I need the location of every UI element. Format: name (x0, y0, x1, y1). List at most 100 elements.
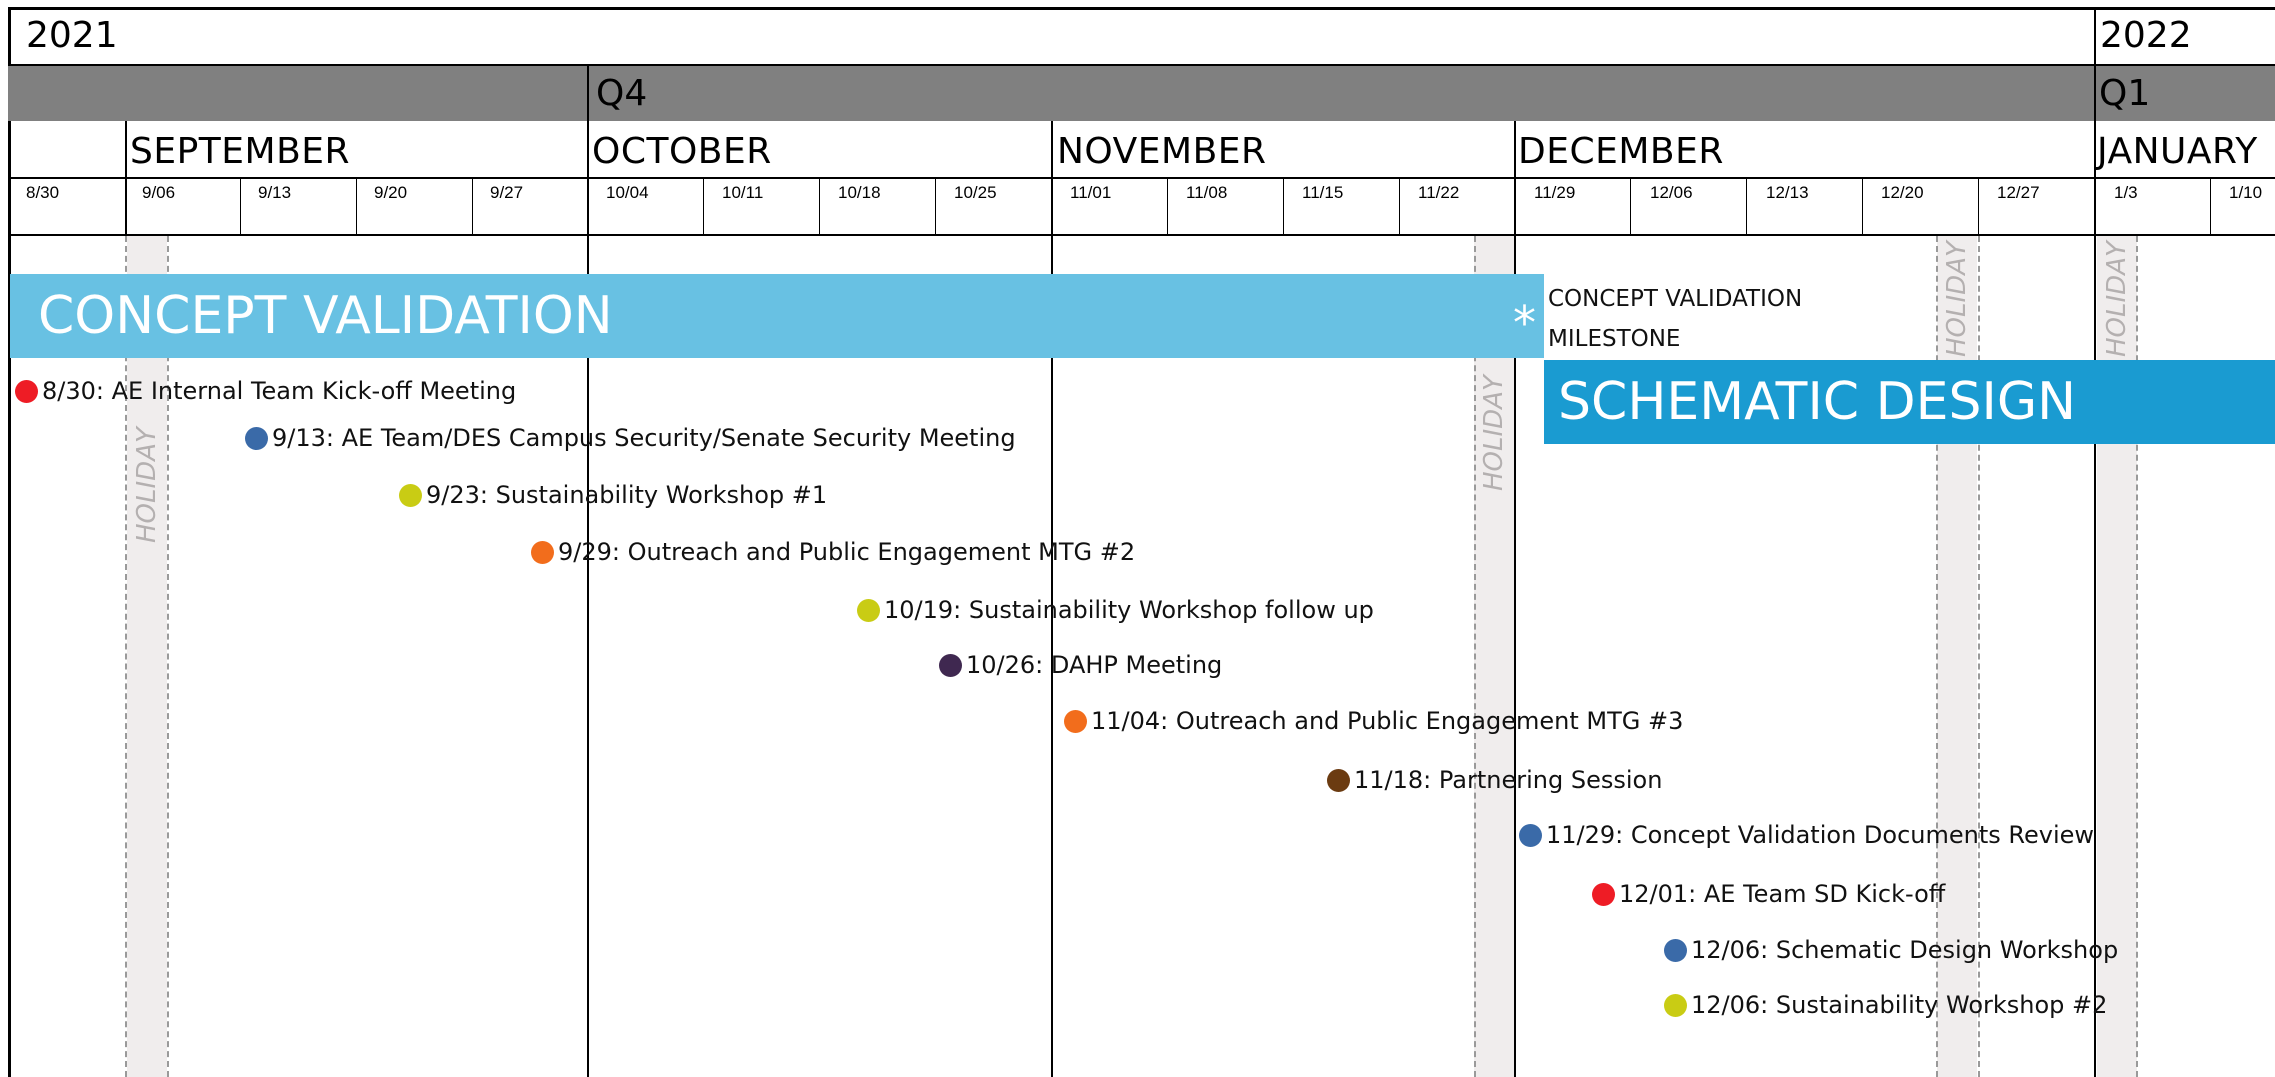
week-label: 11/08 (1186, 183, 1228, 202)
week-label: 10/18 (838, 183, 881, 202)
quarter-divider (2094, 66, 2096, 121)
frame-left-border (8, 7, 11, 1077)
year-label-2022: 2022 (2100, 15, 2192, 56)
event-dot (1664, 938, 1687, 962)
week-label: 12/13 (1766, 183, 1809, 202)
week-gridline (1474, 236, 1476, 1077)
event-label: 11/04: Outreach and Public Engagement MT… (1091, 707, 1684, 735)
week-divider (1978, 179, 1979, 234)
event-dot (939, 653, 962, 677)
event-item: 11/04: Outreach and Public Engagement MT… (1064, 703, 1683, 739)
timeline-chart: 2021 2022 Q4 Q1 SEPTEMBER OCTOBER NOVEMB… (0, 0, 2275, 1077)
month-label-october: OCTOBER (592, 131, 772, 172)
event-item: 12/06: Sustainability Workshop #2 (1664, 987, 2107, 1023)
week-divider (1283, 179, 1284, 234)
month-divider (125, 121, 127, 236)
event-dot (15, 379, 38, 403)
milestone-label-line-1: CONCEPT VALIDATION (1548, 286, 1803, 312)
event-dot (1664, 993, 1687, 1017)
week-divider (1167, 179, 1168, 234)
week-label: 12/27 (1997, 183, 2040, 202)
week-label: 12/06 (1650, 183, 1693, 202)
milestone-asterisk: * (1513, 296, 1536, 350)
week-row-bottom-border (8, 234, 2275, 236)
event-label: 9/29: Outreach and Public Engagement MTG… (558, 538, 1136, 566)
month-row-bottom-border (8, 177, 2275, 179)
quarter-label-q4: Q4 (596, 73, 648, 114)
year-label-2021: 2021 (26, 15, 118, 56)
event-dot (399, 483, 422, 507)
quarter-band (8, 66, 2275, 121)
event-item: 11/29: Concept Validation Documents Revi… (1519, 817, 2094, 853)
holiday-band-labor-day (127, 236, 167, 1077)
event-label: 10/26: DAHP Meeting (966, 651, 1223, 679)
quarter-divider (587, 66, 589, 121)
week-label: 1/10 (2229, 183, 2263, 202)
event-item: 10/19: Sustainability Workshop follow up (857, 592, 1374, 628)
holiday-label: HOLIDAY (1479, 375, 1509, 491)
month-label-november: NOVEMBER (1057, 131, 1267, 172)
week-gridline (125, 236, 127, 1077)
event-item: 12/06: Schematic Design Workshop (1664, 932, 2118, 968)
holiday-band-thanksgiving (1474, 236, 1514, 1077)
event-label: 11/18: Partnering Session (1354, 766, 1663, 794)
event-label: 10/19: Sustainability Workshop follow up (884, 596, 1374, 624)
week-label: 12/20 (1881, 183, 1924, 202)
event-dot (531, 540, 554, 564)
week-label: 10/25 (954, 183, 997, 202)
month-divider (587, 121, 589, 1077)
week-label: 11/01 (1070, 183, 1112, 202)
week-label: 9/06 (142, 183, 176, 202)
event-dot (1327, 768, 1350, 792)
year-divider (2094, 9, 2096, 64)
week-divider (1862, 179, 1863, 234)
week-label: 9/13 (258, 183, 292, 202)
event-label: 12/01: AE Team SD Kick-off (1619, 880, 1946, 908)
milestone-label-line-2: MILESTONE (1548, 326, 1681, 352)
week-divider (356, 179, 357, 234)
month-label-december: DECEMBER (1518, 131, 1724, 172)
week-label: 11/29 (1534, 183, 1576, 202)
week-label: 10/04 (606, 183, 649, 202)
week-divider (1746, 179, 1747, 234)
week-gridline (167, 236, 169, 1077)
week-divider (1399, 179, 1400, 234)
week-label: 1/3 (2114, 183, 2138, 202)
month-label-january: JANUARY (2097, 131, 2258, 172)
week-divider (819, 179, 820, 234)
event-item: 8/30: AE Internal Team Kick-off Meeting (15, 373, 516, 409)
week-label: 11/15 (1302, 183, 1344, 202)
month-label-september: SEPTEMBER (130, 131, 351, 172)
holiday-label: HOLIDAY (2102, 241, 2132, 357)
phase-bar-concept-validation: CONCEPT VALIDATION (10, 274, 1544, 358)
event-dot (245, 426, 268, 450)
holiday-label: HOLIDAY (132, 427, 162, 543)
week-divider (472, 179, 473, 234)
week-label: 10/11 (722, 183, 764, 202)
event-item: 9/13: AE Team/DES Campus Security/Senate… (245, 420, 1016, 456)
quarter-label-q1: Q1 (2099, 73, 2151, 114)
year-band (8, 9, 2275, 66)
event-label: 9/23: Sustainability Workshop #1 (426, 481, 828, 509)
week-divider (2210, 179, 2211, 234)
event-label: 9/13: AE Team/DES Campus Security/Senate… (272, 424, 1016, 452)
event-dot (1519, 823, 1542, 847)
week-divider (703, 179, 704, 234)
event-label: 11/29: Concept Validation Documents Revi… (1546, 821, 2095, 849)
event-item: 9/23: Sustainability Workshop #1 (399, 477, 827, 513)
event-label: 12/06: Sustainability Workshop #2 (1691, 991, 2108, 1019)
milestone-label: CONCEPT VALIDATION MILESTONE (1548, 279, 1802, 359)
month-divider (1514, 121, 1516, 1077)
week-label: 8/30 (26, 183, 60, 202)
event-dot (1064, 709, 1087, 733)
week-divider (1630, 179, 1631, 234)
phase-bar-schematic-design: SCHEMATIC DESIGN (1544, 360, 2275, 444)
event-label: 12/06: Schematic Design Workshop (1691, 936, 2119, 964)
event-item: 10/26: DAHP Meeting (939, 647, 1222, 683)
event-item: 11/18: Partnering Session (1327, 762, 1662, 798)
event-dot (1592, 882, 1615, 906)
event-label: 8/30: AE Internal Team Kick-off Meeting (42, 377, 517, 405)
week-label: 11/22 (1418, 183, 1460, 202)
week-divider (935, 179, 936, 234)
event-dot (857, 598, 880, 622)
